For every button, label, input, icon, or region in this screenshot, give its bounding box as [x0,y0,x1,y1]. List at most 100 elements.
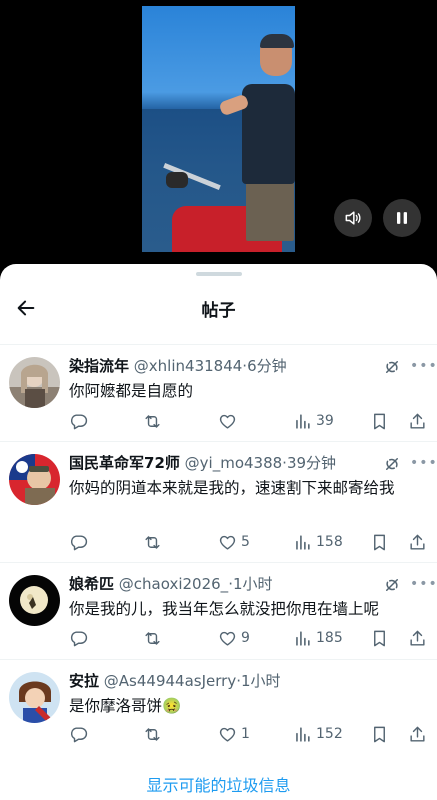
timestamp[interactable]: ·1小时 [228,575,272,593]
action-bar: 1 152 [69,723,427,745]
share-icon [410,726,425,742]
bookmark-button[interactable] [370,531,389,553]
timestamp[interactable]: ·1小时 [236,672,280,690]
share-button[interactable] [408,723,427,745]
reply-icon [70,630,88,646]
heart-icon [219,631,236,646]
reply-text: 你阿嬷都是自愿的 [69,382,194,400]
view-count: 152 [316,726,343,742]
retweet-button[interactable] [143,410,166,432]
action-bar: 5 158 [69,531,427,553]
like-count: 1 [241,726,250,742]
display-name[interactable]: 安拉 [69,672,99,690]
post-header: 帖子 [0,286,437,332]
views-button[interactable]: 152 [293,723,343,745]
retweet-button[interactable] [143,531,166,553]
view-count: 39 [316,413,334,429]
views-icon [296,630,310,646]
avatar[interactable] [9,672,60,723]
reply-button[interactable] [69,723,92,745]
reply-item[interactable]: 安拉 @As44944asJerry·1小时 是你摩洛哥饼🤢 1 152 [0,660,437,756]
like-button[interactable]: 1 [218,723,250,745]
person-image-body [242,84,295,184]
person-image-cap [260,34,294,48]
video-player[interactable] [0,0,437,275]
avatar-image [9,672,60,723]
person-image-legs [246,181,294,241]
avatar[interactable] [9,454,60,505]
like-button[interactable]: 5 [218,531,250,553]
pause-icon [397,212,407,224]
share-button[interactable] [408,627,427,649]
post-sheet: 帖子 染指流年 @xhlin431844·6分钟 ••• 你阿嬷都是自愿的 39… [0,264,437,800]
reply-item[interactable]: 娘希匹 @chaoxi2026_·1小时 ••• 你是我的儿，我当年怎么就没把你… [0,563,437,660]
user-handle[interactable]: @As44944asJerry [104,672,236,690]
views-icon [296,413,310,429]
avatar-image [9,575,60,626]
like-count: 9 [241,630,250,646]
user-handle[interactable]: @chaoxi2026_ [119,575,228,593]
reply-item[interactable]: 国民革命军72师 @yi_mo4388·39分钟 ••• 你妈的阴道本来就是我的… [0,442,437,563]
grok-icon[interactable] [383,576,401,594]
show-probable-spam-link[interactable]: 显示可能的垃圾信息 [0,772,437,796]
retweet-icon [145,631,160,645]
reply-button[interactable] [69,627,92,649]
bookmark-button[interactable] [370,410,389,432]
display-name[interactable]: 娘希匹 [69,575,114,593]
timestamp[interactable]: ·39分钟 [282,454,336,472]
user-handle[interactable]: @xhlin431844 [134,357,243,375]
bookmark-button[interactable] [370,627,389,649]
bookmark-icon [374,534,385,550]
bookmark-icon [374,726,385,742]
bookmark-icon [374,413,385,429]
reply-button[interactable] [69,410,92,432]
reply-item[interactable]: 染指流年 @xhlin431844·6分钟 ••• 你阿嬷都是自愿的 39 [0,345,437,442]
share-button[interactable] [408,410,427,432]
display-name[interactable]: 国民革命军72师 [69,454,180,472]
more-options-icon[interactable]: ••• [410,454,437,472]
share-icon [410,534,425,550]
share-icon [410,413,425,429]
sheet-grabber[interactable] [196,272,242,276]
more-options-icon[interactable]: ••• [410,357,437,375]
reply-icon [70,534,88,550]
views-icon [296,726,310,742]
reply-button[interactable] [69,531,92,553]
action-bar: 39 [69,410,427,432]
pause-button[interactable] [383,199,421,237]
like-count: 5 [241,534,250,550]
volume-icon [345,211,361,225]
views-button[interactable]: 158 [293,531,343,553]
retweet-button[interactable] [143,627,166,649]
views-button[interactable]: 185 [293,627,343,649]
reply-text: 是你摩洛哥饼🤢 [69,697,182,715]
reply-header: 染指流年 @xhlin431844·6分钟 [69,355,287,377]
heart-icon [219,727,236,742]
reply-text: 你是我的儿，我当年怎么就没把你甩在墙上呢 [69,600,380,618]
retweet-button[interactable] [143,723,166,745]
volume-button[interactable] [334,199,372,237]
like-button[interactable] [218,410,241,432]
bookmark-button[interactable] [370,723,389,745]
like-button[interactable]: 9 [218,627,250,649]
grok-icon[interactable] [383,455,401,473]
display-name[interactable]: 染指流年 [69,357,129,375]
more-options-icon[interactable]: ••• [410,575,437,593]
bookmark-icon [374,630,385,646]
avatar-image [9,454,60,505]
heart-icon [219,414,236,429]
reply-text: 你妈的阴道本来就是我的，速速割下来邮寄给我 [69,479,395,497]
timestamp[interactable]: ·6分钟 [242,357,286,375]
retweet-icon [145,414,160,428]
views-button[interactable]: 39 [293,410,334,432]
avatar[interactable] [9,575,60,626]
avatar[interactable] [9,357,60,408]
reply-icon [70,413,88,429]
video-frame[interactable] [142,6,295,252]
user-handle[interactable]: @yi_mo4388 [185,454,283,472]
reply-header: 安拉 @As44944asJerry·1小时 [69,670,281,692]
grok-icon[interactable] [383,358,401,376]
reply-header: 国民革命军72师 @yi_mo4388·39分钟 [69,452,336,474]
share-button[interactable] [408,531,427,553]
page-title: 帖子 [201,301,236,321]
